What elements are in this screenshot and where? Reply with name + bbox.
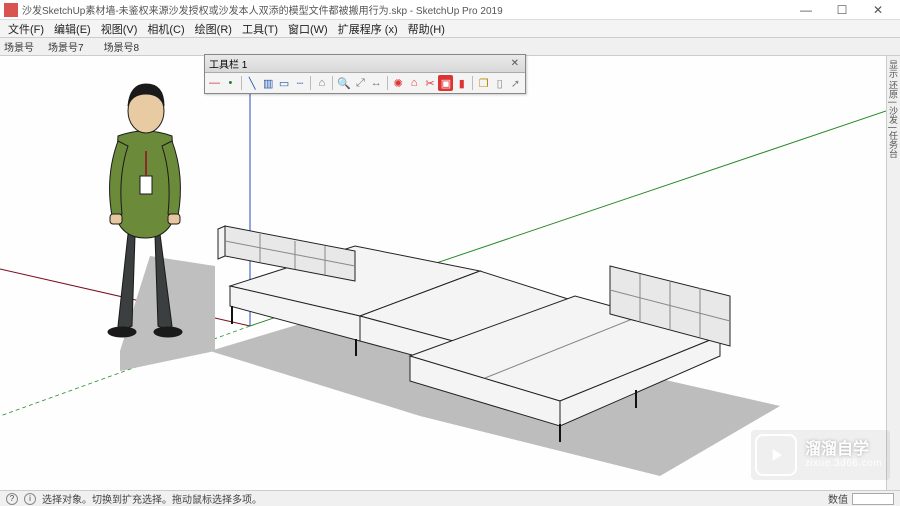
extents-icon[interactable]: ⤢ xyxy=(353,75,368,91)
roof-icon[interactable]: ⌂ xyxy=(314,75,329,91)
play-icon xyxy=(755,434,797,476)
copy-icon[interactable]: ❐ xyxy=(476,75,491,91)
toolbar-titlebar[interactable]: 工具栏 1 ✕ xyxy=(205,55,525,73)
help-icon[interactable]: ? xyxy=(6,493,18,505)
title-bar: 沙发SketchUp素材墙-未鉴权来源沙发授权或沙发本人双添的模型文件都被搬用行… xyxy=(0,0,900,20)
menu-help[interactable]: 帮助(H) xyxy=(404,20,449,38)
separator xyxy=(241,76,242,90)
status-hint: 选择对象。切换到扩充选择。拖动鼠标选择多项。 xyxy=(42,491,262,506)
menu-view[interactable]: 视图(V) xyxy=(97,20,142,38)
floating-toolbar[interactable]: 工具栏 1 ✕ — • ╲ ▥ ▭ ┄ ⌂ 🔍 ⤢ ↔ ✺ ⌂ ✂ ▣ ▮ ❐ … xyxy=(204,54,526,94)
menu-camera[interactable]: 相机(C) xyxy=(143,20,188,38)
right-tray[interactable]: 显示 还原 | 沙发 | 任务台 xyxy=(886,56,900,490)
maximize-button[interactable]: ☐ xyxy=(824,0,860,20)
page-icon[interactable]: ▯ xyxy=(492,75,507,91)
window-controls: — ☐ ✕ xyxy=(788,0,896,20)
rect-icon[interactable]: ▭ xyxy=(277,75,292,91)
menu-bar: 文件(F) 编辑(E) 视图(V) 相机(C) 绘图(R) 工具(T) 窗口(W… xyxy=(0,20,900,38)
minimize-button[interactable]: — xyxy=(788,0,824,20)
line-blue-icon[interactable]: ╲ xyxy=(245,75,260,91)
menu-ext[interactable]: 扩展程序 (x) xyxy=(334,20,402,38)
folder-red-icon[interactable]: ▮ xyxy=(454,75,469,91)
watermark-text: 溜溜自学 xyxy=(805,441,869,459)
menu-edit[interactable]: 编辑(E) xyxy=(50,20,95,38)
viewport-3d[interactable] xyxy=(0,56,886,490)
share-icon[interactable]: ➚ xyxy=(508,75,523,91)
link-red-icon[interactable]: ✂ xyxy=(423,75,438,91)
right-tray-text: 显示 还原 | 沙发 | 任务台 xyxy=(888,60,898,158)
dot-icon[interactable]: • xyxy=(223,75,238,91)
dash-icon[interactable]: ┄ xyxy=(293,75,308,91)
minus-icon[interactable]: — xyxy=(207,75,222,91)
separator xyxy=(387,76,388,90)
menu-window[interactable]: 窗口(W) xyxy=(284,20,332,38)
zoom-icon[interactable]: 🔍 xyxy=(336,75,352,91)
dimension-label: 数值 xyxy=(828,491,848,506)
app-icon xyxy=(4,3,18,17)
scene-tab-8[interactable]: 场景号8 xyxy=(98,39,146,54)
hide-icon[interactable]: ▥ xyxy=(261,75,276,91)
camera-red-icon[interactable]: ▣ xyxy=(438,75,453,91)
toolbar-close-icon[interactable]: ✕ xyxy=(509,58,521,69)
separator xyxy=(310,76,311,90)
watermark-url: zixue.3d66.com xyxy=(805,458,882,469)
menu-draw[interactable]: 绘图(R) xyxy=(191,20,236,38)
status-bar: ? i 选择对象。切换到扩充选择。拖动鼠标选择多项。 数值 xyxy=(0,490,900,506)
watermark: 溜溜自学 zixue.3d66.com xyxy=(751,430,890,480)
toolbar-title: 工具栏 1 xyxy=(209,56,247,71)
menu-file[interactable]: 文件(F) xyxy=(4,20,48,38)
stretch-icon[interactable]: ↔ xyxy=(369,75,384,91)
separator xyxy=(332,76,333,90)
info-icon[interactable]: i xyxy=(24,493,36,505)
house-red-icon[interactable]: ⌂ xyxy=(407,75,422,91)
scene-label: 场景号 xyxy=(4,39,34,54)
gear-red-icon[interactable]: ✺ xyxy=(391,75,406,91)
close-button[interactable]: ✕ xyxy=(860,0,896,20)
scene-tab-7[interactable]: 场景号7 xyxy=(42,39,90,54)
menu-tools[interactable]: 工具(T) xyxy=(238,20,282,38)
toolbar-row: — • ╲ ▥ ▭ ┄ ⌂ 🔍 ⤢ ↔ ✺ ⌂ ✂ ▣ ▮ ❐ ▯ ➚ xyxy=(205,73,525,93)
window-title: 沙发SketchUp素材墙-未鉴权来源沙发授权或沙发本人双添的模型文件都被搬用行… xyxy=(22,2,788,17)
separator xyxy=(472,76,473,90)
dimension-input[interactable] xyxy=(852,493,894,505)
